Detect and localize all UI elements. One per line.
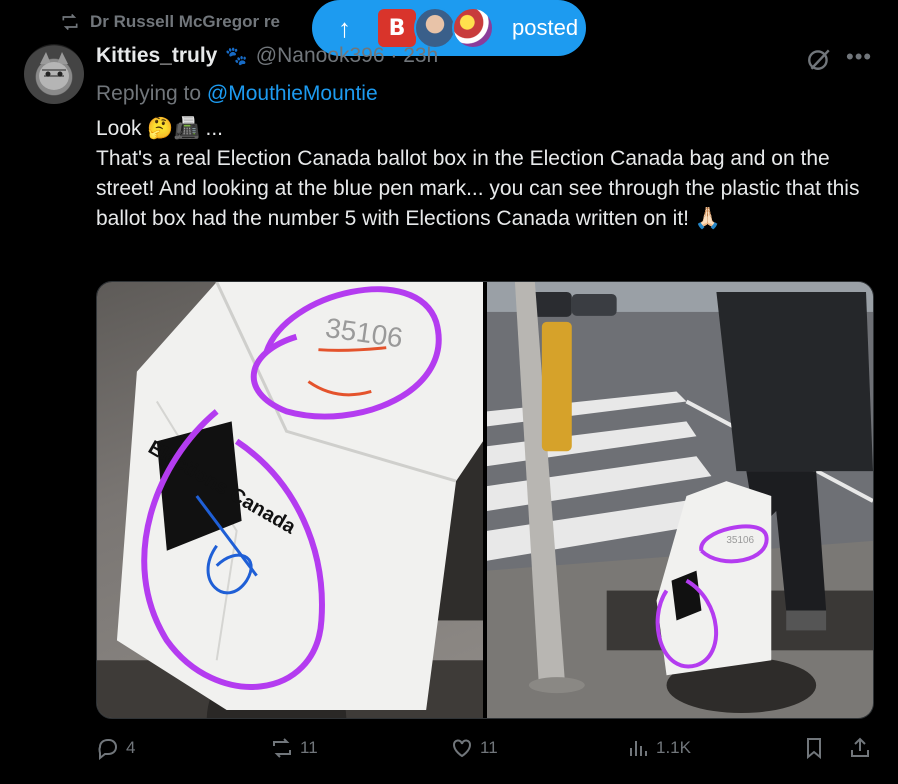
display-name[interactable]: Kitties_truly — [96, 44, 217, 68]
avatar[interactable] — [24, 44, 84, 104]
replying-to: Replying to @MouthieMountie — [96, 82, 378, 106]
repost-attribution[interactable]: Dr Russell McGregor re — [60, 12, 280, 32]
bookmark-button[interactable] — [802, 736, 826, 760]
repost-count: 11 — [300, 738, 318, 757]
repost-button[interactable]: 11 — [270, 736, 318, 760]
like-icon — [453, 739, 471, 758]
more-icon[interactable]: ••• — [846, 44, 872, 70]
pill-avatar-man — [414, 7, 456, 49]
reply-button[interactable]: 4 — [96, 736, 135, 760]
repost-label: Dr Russell McGregor re — [90, 12, 280, 31]
views-icon — [630, 741, 647, 756]
retweet-icon — [273, 738, 291, 758]
paw-emoji: 🐾 — [225, 46, 248, 66]
like-button[interactable]: 11 — [450, 736, 498, 760]
pill-label: posted — [512, 15, 579, 40]
reply-count: 4 — [126, 738, 136, 757]
pill-avatar-art — [452, 7, 494, 49]
tweet-body: That's a real Election Canada ballot box… — [96, 147, 860, 230]
pill-avatar-b: B — [376, 7, 418, 49]
bookmark-icon — [807, 738, 821, 760]
views-count: 1.1K — [656, 738, 691, 757]
views-button[interactable]: 1.1K — [626, 736, 691, 760]
media-grid: Elections Canada 35106 35106 — [96, 281, 874, 719]
grok-icon[interactable] — [806, 46, 832, 72]
share-button[interactable] — [848, 736, 872, 760]
action-bar: 4 11 11 1.1K — [96, 736, 876, 766]
replying-to-link[interactable]: @MouthieMountie — [207, 82, 378, 105]
repost-icon — [62, 13, 78, 31]
arrow-up-icon: ↑ — [338, 12, 351, 43]
like-count: 11 — [480, 738, 498, 757]
tweet-text: Look 🤔📠 ... That's a real Election Canad… — [96, 114, 876, 234]
share-icon — [851, 737, 869, 757]
reply-icon — [98, 739, 118, 760]
replying-prefix: Replying to — [96, 82, 207, 105]
photo-left[interactable]: Elections Canada 35106 — [97, 282, 483, 718]
bag-number-right: 35106 — [726, 535, 754, 546]
handle-and-time[interactable]: @Nanook396 · 23h — [256, 44, 438, 68]
tweet-header: Kitties_truly 🐾 @Nanook396 · 23h — [96, 44, 438, 68]
photo-right[interactable]: 35106 — [487, 282, 873, 718]
tweet-line-1: Look 🤔📠 ... — [96, 117, 224, 140]
